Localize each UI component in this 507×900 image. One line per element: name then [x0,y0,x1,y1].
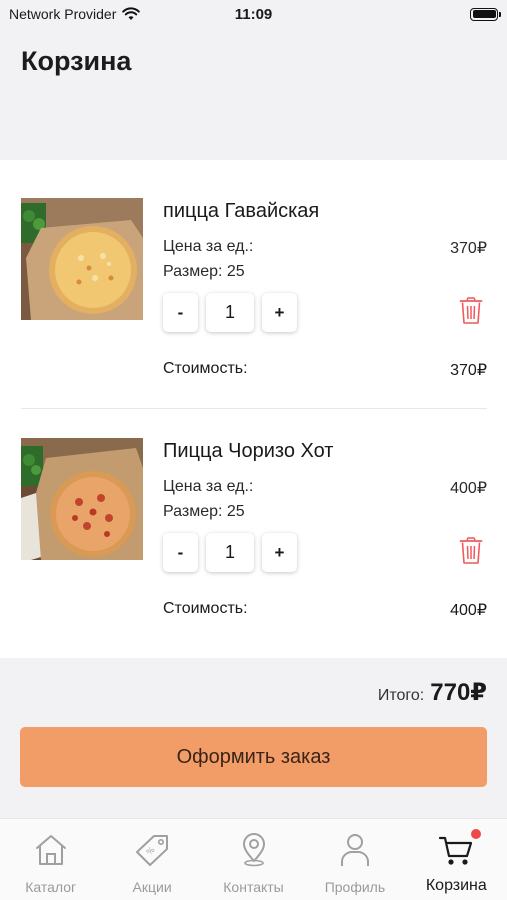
tab-promotions[interactable]: % Акции [101,819,202,900]
item-name: пицца Гавайская [163,200,320,222]
quantity-value: 1 [206,293,254,332]
item-name: Пицца Чоризо Хот [163,440,334,462]
total-value: 770₽ [430,679,487,706]
size-label: Размер: 25 [163,503,245,520]
tab-label: Контакты [223,879,284,895]
tab-label: Акции [132,879,172,895]
divider [21,408,487,409]
status-bar: Network Provider 11:09 [0,0,507,28]
carrier-name: Network Provider [9,6,117,22]
pizza-image [21,438,143,560]
tab-label: Корзина [425,877,487,894]
page-title: Корзина [21,46,132,76]
quantity-stepper: - 1 + [163,293,297,332]
trash-icon[interactable] [459,297,483,325]
cart-badge [470,829,481,839]
checkout-button[interactable]: Оформить заказ [20,727,487,787]
cost-label: Стоимость: [163,360,248,377]
wifi-icon [122,7,141,20]
cost-label: Стоимость: [163,600,248,617]
cart-list: пицца Гавайская Цена за ед.: 370₽ Размер… [0,160,507,658]
tag-icon: % [136,835,169,866]
user-icon [340,834,369,866]
status-left: Network Provider [9,6,141,22]
tab-label: Профиль [324,879,386,895]
price-label: Цена за ед.: [163,238,254,255]
price-value: 370₽ [450,240,487,257]
size-label: Размер: 25 [163,263,245,280]
trash-icon[interactable] [459,537,483,565]
cost-value: 370₽ [450,362,487,379]
increase-button[interactable]: + [262,293,297,332]
tab-catalog[interactable]: Каталог [0,819,101,900]
tab-bar: Каталог % Акции Контакты Профиль Корзина [0,818,507,900]
decrease-button[interactable]: - [163,533,198,572]
tab-profile[interactable]: Профиль [304,819,405,900]
quantity-value: 1 [206,533,254,572]
tab-contacts[interactable]: Контакты [203,819,304,900]
location-pin-icon [242,833,265,867]
cart-item: пицца Гавайская Цена за ед.: 370₽ Размер… [0,198,507,418]
increase-button[interactable]: + [262,533,297,572]
total-label: Итого: [377,687,425,704]
decrease-button[interactable]: - [163,293,198,332]
price-value: 400₽ [450,480,487,497]
svg-text:%: % [145,845,157,857]
cart-item: Пицца Чоризо Хот Цена за ед.: 400₽ Разме… [0,438,507,658]
order-total: Итого: 770₽ [378,678,487,707]
price-label: Цена за ед.: [163,478,254,495]
cost-value: 400₽ [450,602,487,619]
tab-cart[interactable]: Корзина [406,819,507,900]
battery-icon [470,7,501,21]
cart-icon [439,836,473,865]
quantity-stepper: - 1 + [163,533,297,572]
tab-label: Каталог [25,879,77,895]
pizza-image [21,198,143,320]
home-icon [35,835,66,865]
